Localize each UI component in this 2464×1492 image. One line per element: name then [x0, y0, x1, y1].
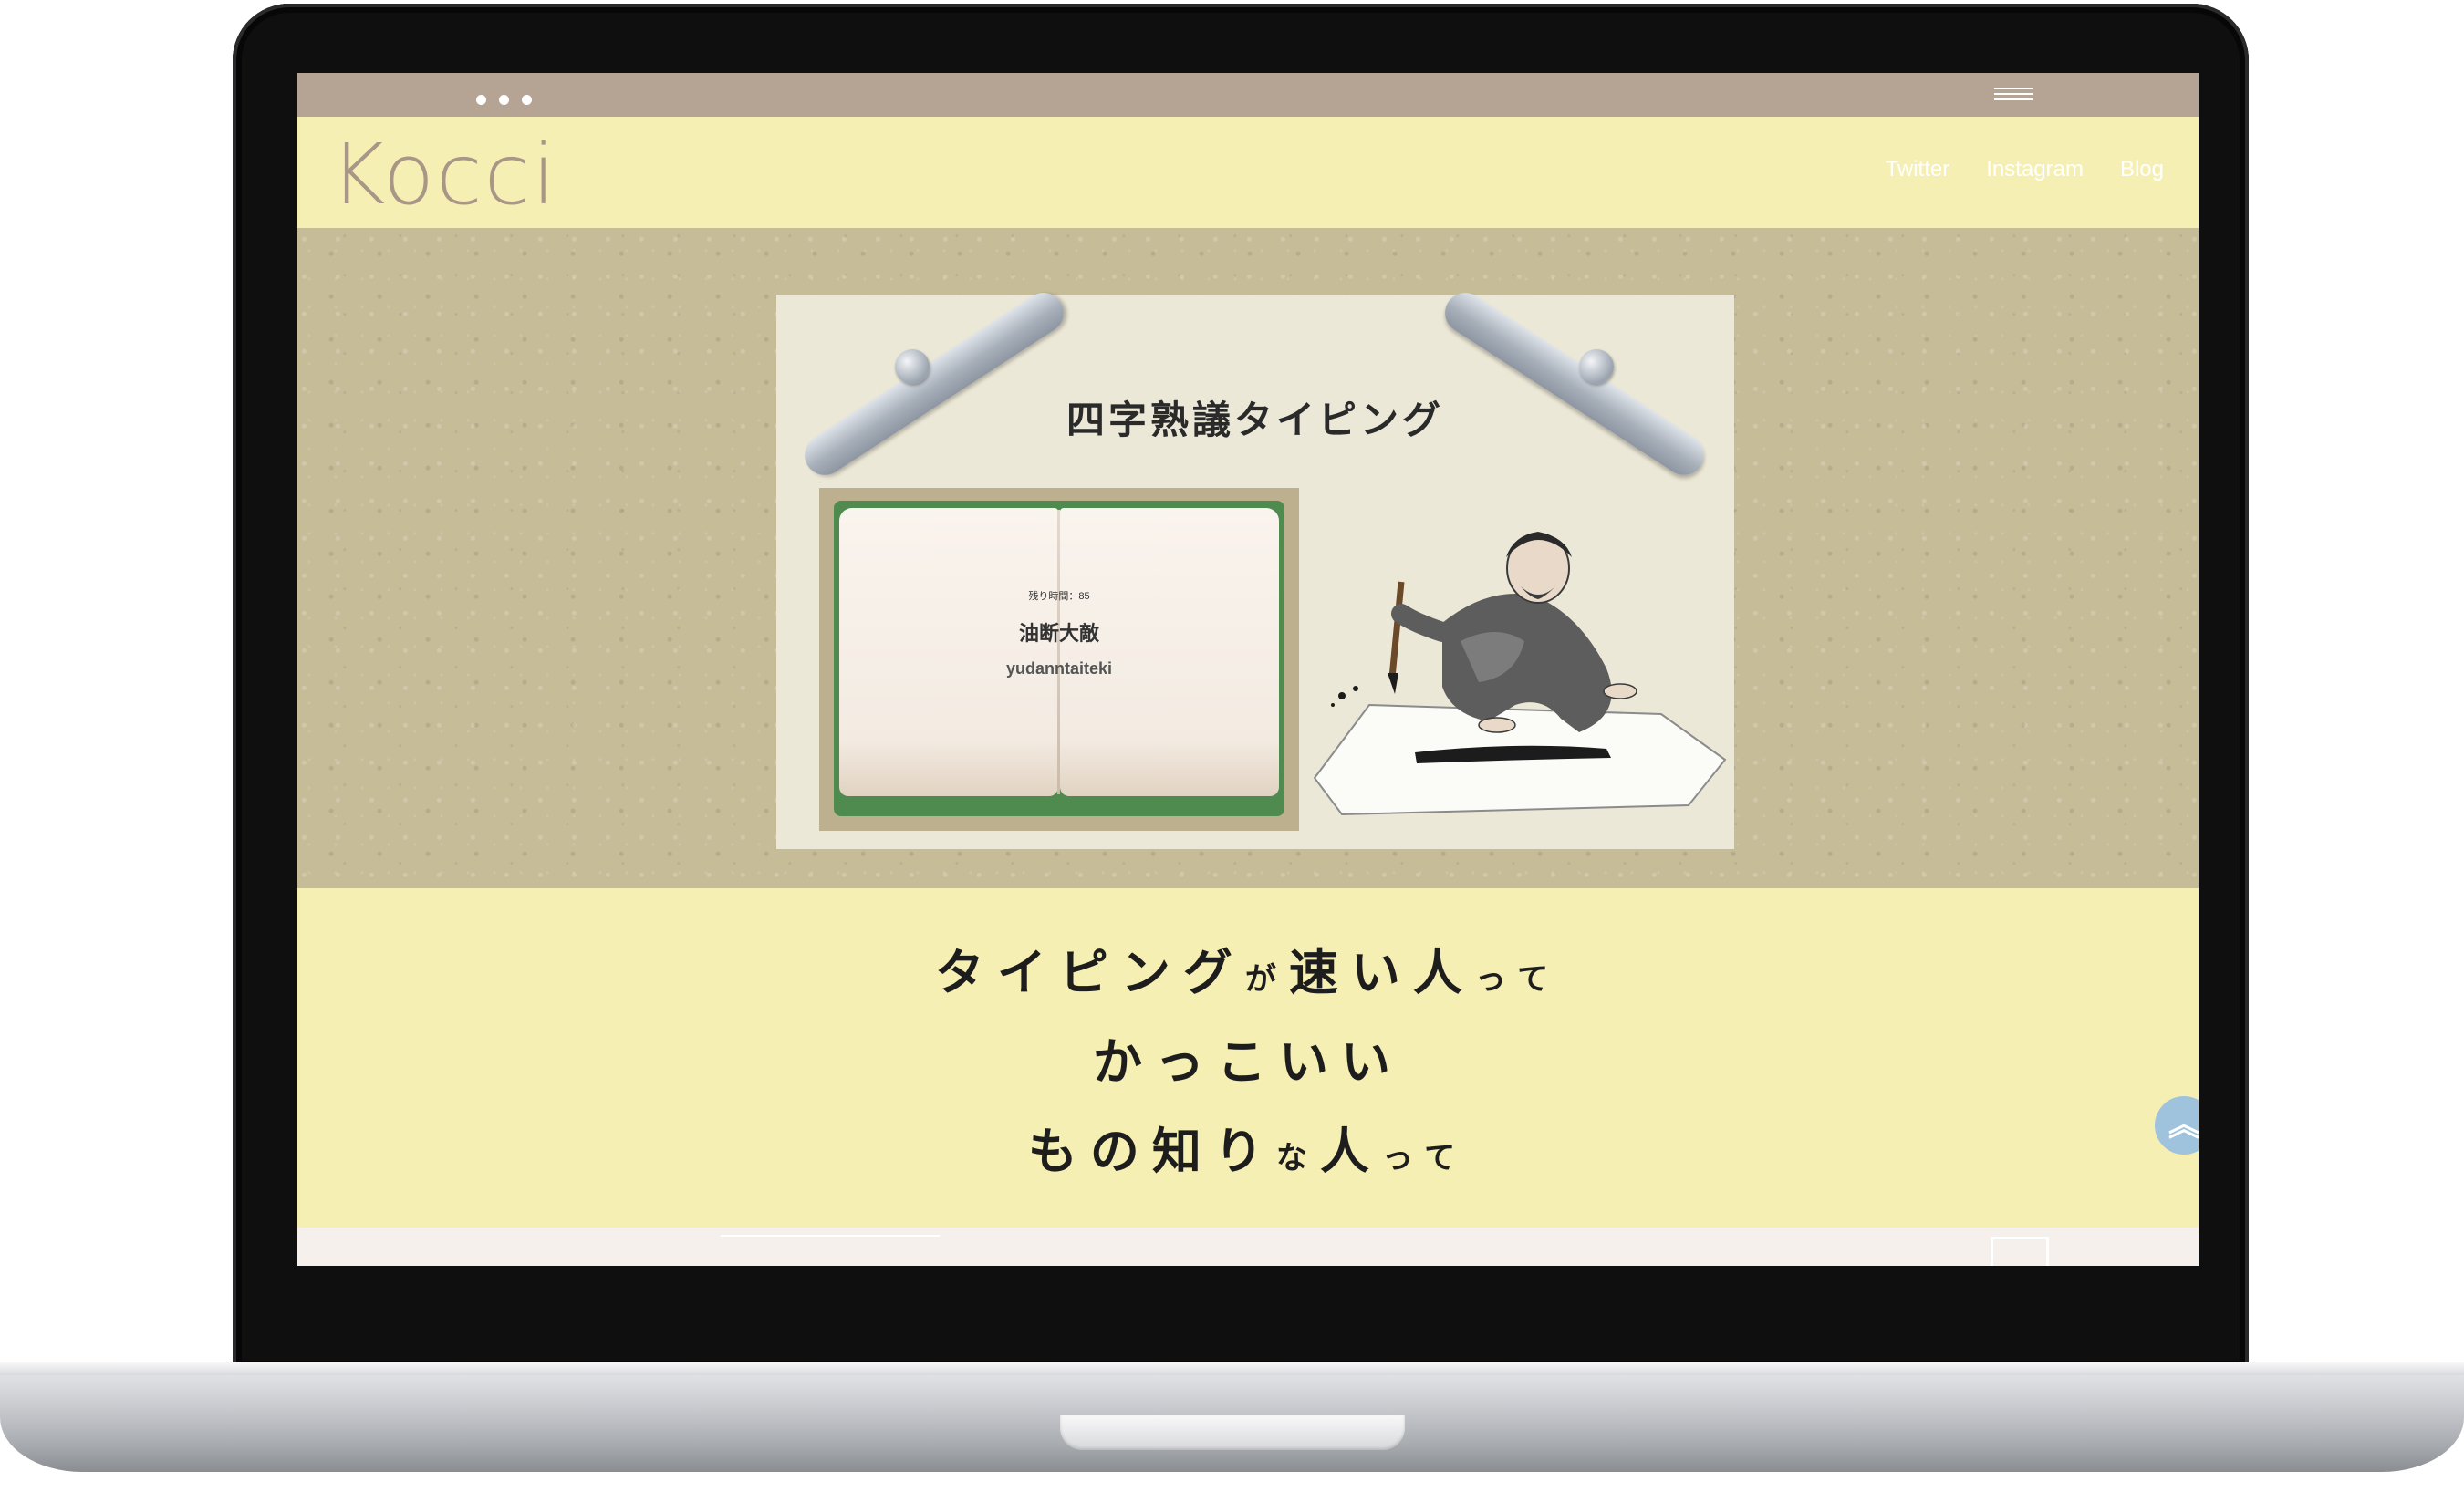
tagline-text: 速い人: [1288, 943, 1475, 1001]
site-logo[interactable]: Kocci: [330, 133, 557, 217]
site-header: Kocci Twitter Instagram Blog: [297, 117, 2199, 228]
target-romaji: yudanntaiteki: [1005, 659, 1113, 678]
laptop-base-edge: [0, 1362, 2464, 1375]
tagline-text: って: [1474, 961, 1562, 998]
book-page-left: [839, 508, 1058, 796]
browser-bar: [297, 73, 2199, 117]
game-title: 四字熟議タイピング: [1066, 398, 1444, 442]
window-dot: [499, 95, 509, 105]
tagline-line-3: もの知りな人って: [297, 1111, 2199, 1183]
tagline-line-2: かっこいい: [1093, 1032, 1403, 1091]
window-dot: [522, 95, 532, 105]
tagline-text: って: [1381, 1140, 1469, 1176]
rod-knob-left: [895, 349, 930, 384]
rod-knob-right: [1579, 349, 1614, 384]
nav-link-blog[interactable]: Blog: [2120, 157, 2164, 182]
scroll-rod-right: [1437, 285, 1712, 483]
target-word: 油断大敵: [1018, 623, 1099, 646]
calligrapher-illustration: [1313, 532, 1727, 816]
book-page-right: [1060, 508, 1279, 796]
tagline-section: タイピングが速い人って かっこいい もの知りな人って: [297, 888, 2199, 1228]
laptop-notch: [1060, 1415, 1405, 1450]
hero-section: 四字熟議タイピング 残り時間：85 油断大敵 yudanntaiteki: [297, 228, 2199, 888]
book-panel: 残り時間：85 油断大敵 yudanntaiteki: [819, 488, 1299, 831]
tagline-text: な: [1275, 1140, 1320, 1176]
tagline-text: が: [1244, 961, 1289, 998]
mail-icon[interactable]: [1991, 1237, 2049, 1266]
nav-link-twitter[interactable]: Twitter: [1886, 157, 1950, 182]
tagline-line-1: タイピングが速い人って: [297, 932, 2199, 1004]
book-spine: [1057, 510, 1060, 794]
footer-strip: [297, 1228, 2199, 1266]
footer-divider: [721, 1235, 940, 1237]
tagline-text: タイピング: [934, 943, 1245, 1001]
tagline-text: もの知り: [1027, 1122, 1276, 1180]
open-book: 残り時間：85 油断大敵 yudanntaiteki: [834, 501, 1284, 816]
typing-game-frame[interactable]: 四字熟議タイピング 残り時間：85 油断大敵 yudanntaiteki: [776, 285, 1734, 849]
time-remaining: 残り時間：85: [1028, 591, 1090, 602]
tagline-text: 人: [1319, 1122, 1382, 1180]
scroll-rod-left: [796, 285, 1072, 483]
window-dots: [476, 95, 532, 105]
nav-link-instagram[interactable]: Instagram: [1986, 157, 2084, 182]
main-nav: Twitter Instagram Blog: [1886, 157, 2164, 182]
laptop-screen: Kocci Twitter Instagram Blog 四字熟議タイピング 残…: [297, 73, 2199, 1266]
window-dot: [476, 95, 486, 105]
hamburger-icon[interactable]: [1994, 88, 2033, 102]
